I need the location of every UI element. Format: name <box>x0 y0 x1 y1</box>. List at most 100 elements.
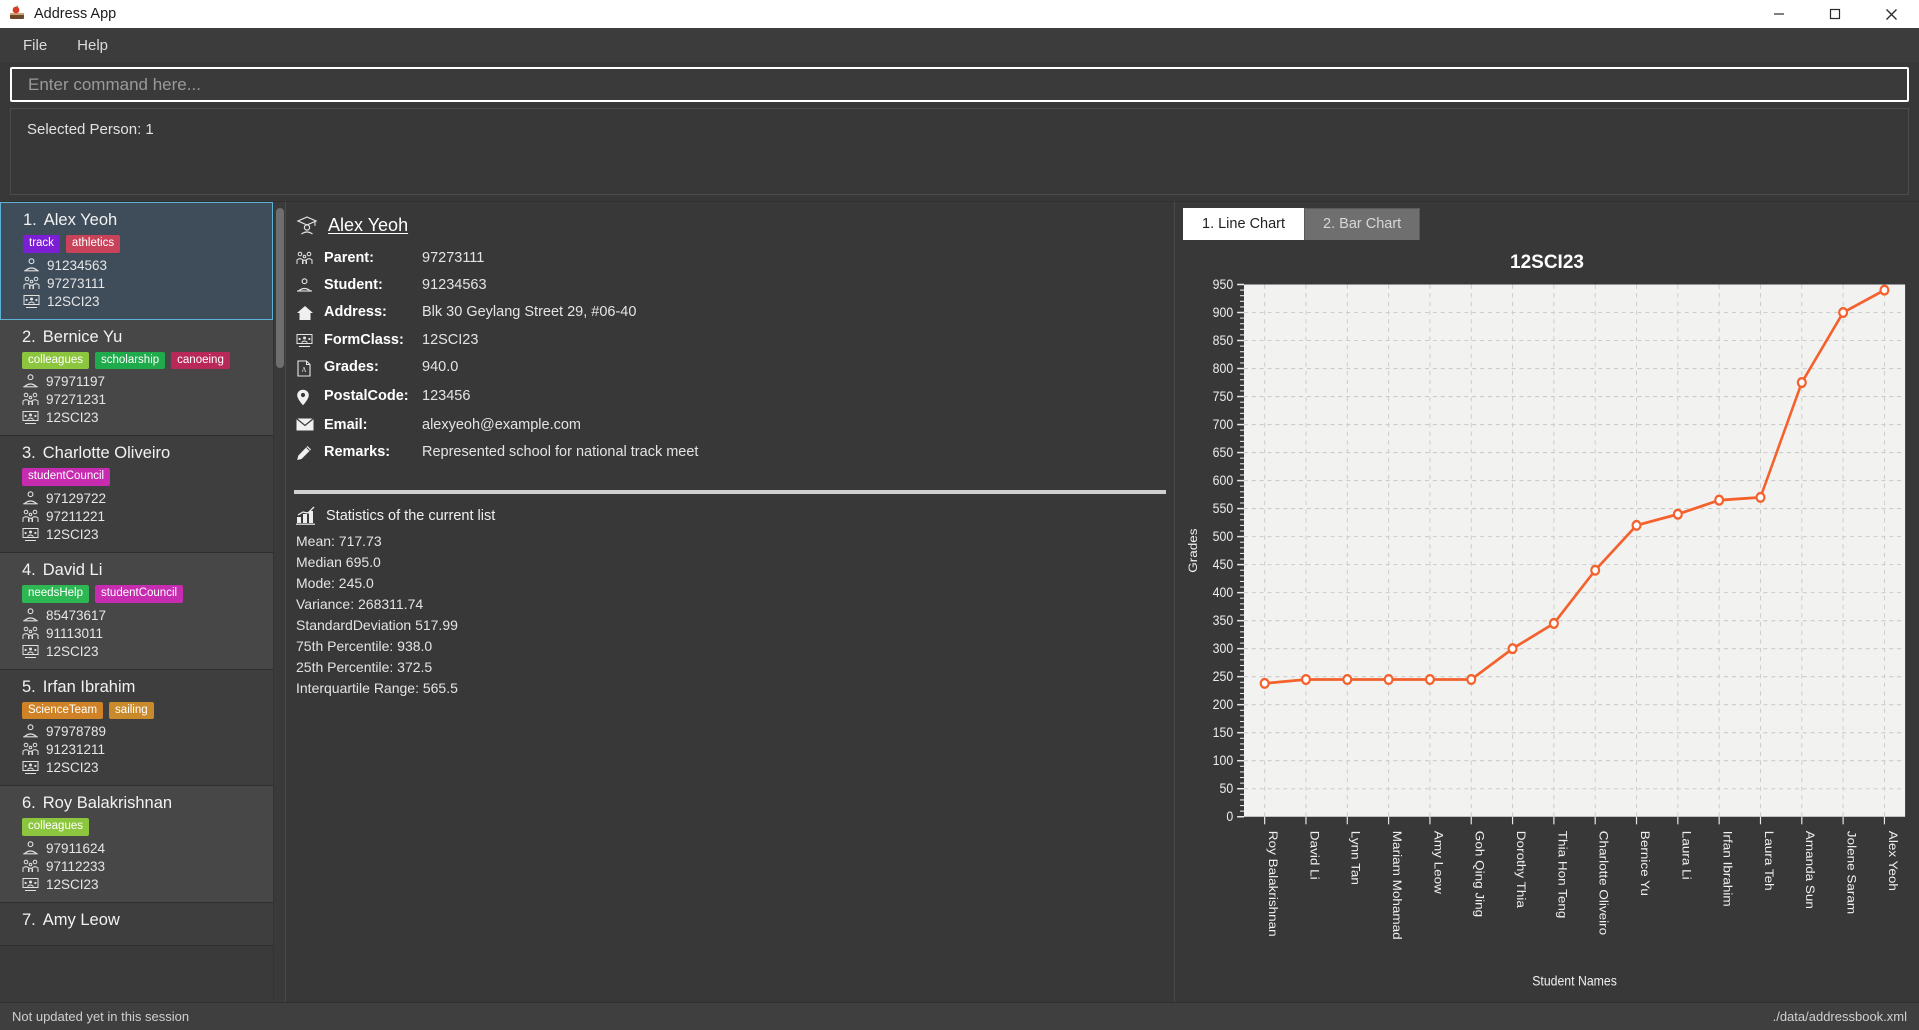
student-icon <box>23 257 40 273</box>
home-icon <box>296 304 324 321</box>
scrollbar-thumb[interactable] <box>276 208 284 368</box>
person-tag: studentCouncil <box>94 584 184 603</box>
minimize-button[interactable] <box>1751 0 1807 28</box>
student-icon <box>22 607 39 623</box>
person-form-class-row: 12SCI23 <box>22 410 259 425</box>
student-phone-value: 85473617 <box>46 607 107 623</box>
statistic-line: Mode: 245.0 <box>296 575 374 591</box>
detail-row: FormClass: 12SCI23 <box>296 332 1174 348</box>
tab-bar-chart[interactable]: 2. Bar Chart <box>1304 208 1421 240</box>
statistic-line: Median 695.0 <box>296 554 381 570</box>
parent-phone-value: 91113011 <box>46 625 104 641</box>
person-parent-phone-row: 91231211 <box>22 742 259 757</box>
command-box-container: Enter command here... <box>0 62 1919 108</box>
grades-icon: A <box>296 359 324 377</box>
person-list-item[interactable]: 5. Irfan Ibrahim ScienceTeam sailing 9797878… <box>0 669 273 787</box>
person-student-phone-row: 85473617 <box>22 608 259 623</box>
x-axis-tick-label: Irfan Ibrahim <box>1721 831 1735 907</box>
person-name-text: Irfan Ibrahim <box>42 677 136 696</box>
person-name-text: Alex Yeoh <box>43 211 118 229</box>
person-list-item[interactable]: 2. Bernice Yu colleagues scholarship canoein… <box>0 319 273 437</box>
person-tag: scholarship <box>94 351 166 370</box>
detail-row: PostalCode: 123456 <box>296 388 1174 406</box>
person-list-item[interactable]: 4. David Li needsHelp studentCouncil 8547361… <box>0 552 273 670</box>
status-bar: Not updated yet in this session ./data/a… <box>0 1002 1919 1030</box>
y-axis-tick-label: 150 <box>1213 724 1234 740</box>
detail-label: Remarks: <box>324 444 391 460</box>
person-list-item-index: 2. <box>22 327 36 346</box>
person-form-class-row: 12SCI23 <box>22 644 259 659</box>
person-list-scrollbar[interactable] <box>273 202 285 1002</box>
statistic-line: Interquartile Range: 565.5 <box>296 680 458 696</box>
chart-data-point <box>1466 673 1477 685</box>
detail-value: 91234563 <box>422 277 487 293</box>
person-list-item-name: 2. Bernice Yu <box>22 328 259 347</box>
person-list[interactable]: 1. Alex Yeoh track athletics 91234563 9727311… <box>0 202 273 1002</box>
email-icon <box>296 417 324 431</box>
person-list-item-index: 6. <box>22 794 36 813</box>
close-button[interactable] <box>1863 0 1919 28</box>
statistics-heading: Statistics of the current list <box>326 508 496 524</box>
person-list-item-name: 6. Roy Balakrishnan <box>22 794 259 813</box>
person-form-class-row: 12SCI23 <box>23 294 258 309</box>
x-axis-tick-label: Jolene Saram <box>1845 831 1859 914</box>
y-axis-tick-label: 50 <box>1220 781 1234 797</box>
command-input-placeholder: Enter command here... <box>28 74 201 94</box>
class-icon <box>296 332 324 348</box>
y-axis-tick-label: 750 <box>1213 388 1234 404</box>
y-axis-tick-label: 600 <box>1213 472 1234 488</box>
chart-data-point <box>1300 673 1311 685</box>
chart-data-point <box>1796 377 1807 389</box>
person-list-item-name: 1. Alex Yeoh <box>23 211 258 230</box>
chart-data-point <box>1879 284 1890 296</box>
x-axis-tick-label: Dorothy Thia <box>1514 831 1528 909</box>
student-icon <box>22 724 39 739</box>
y-axis-tick-label: 950 <box>1213 278 1234 292</box>
detail-label: FormClass: <box>324 332 404 348</box>
person-name-text: Amy Leow <box>42 910 120 929</box>
person-list-item[interactable]: 1. Alex Yeoh track athletics 91234563 9727311… <box>0 202 273 320</box>
detail-value: alexyeoh@example.com <box>422 417 581 433</box>
menu-item-file[interactable]: File <box>10 32 60 59</box>
chart-data-point <box>1755 491 1766 503</box>
result-display-container: Selected Person: 1 <box>0 108 1919 201</box>
person-detail-card: Alex Yeoh Parent: 97273111 Student: 9123456… <box>286 202 1174 472</box>
tab-line-chart[interactable]: 1. Line Chart <box>1183 208 1305 240</box>
bar-chart-icon <box>296 506 318 526</box>
person-tag: ScienceTeam <box>22 701 104 720</box>
maximize-button[interactable] <box>1807 0 1863 28</box>
command-input[interactable]: Enter command here... <box>10 67 1909 102</box>
formclass-icon <box>22 760 39 775</box>
person-list-item[interactable]: 3. Charlotte Oliveiro studentCouncil 971297… <box>0 436 273 553</box>
person-tag-list: ScienceTeam sailing <box>22 701 259 720</box>
y-axis-tick-label: 800 <box>1213 360 1234 376</box>
person-list-item[interactable]: 7. Amy Leow <box>0 902 273 946</box>
person-student-phone-row: 97911624 <box>22 841 259 856</box>
person-list-item-index: 7. <box>22 910 36 929</box>
parent-icon <box>23 276 40 291</box>
x-axis-tick-label: Amy Leow <box>1432 831 1446 895</box>
person-tag: athletics <box>65 235 121 253</box>
student-phone-value: 97911624 <box>46 840 106 856</box>
person-parent-phone-row: 91113011 <box>22 626 259 641</box>
person-tag: canoeing <box>171 351 230 370</box>
x-axis-tick-label: Thia Hon Teng <box>1555 831 1569 919</box>
menu-item-help[interactable]: Help <box>64 32 121 59</box>
chart-data-point <box>1631 519 1642 531</box>
detail-row: Remarks: Represented school for national … <box>296 444 1174 461</box>
person-tag: studentCouncil <box>22 468 111 486</box>
statistic-line: Variance: 268311.74 <box>296 596 424 612</box>
person-list-item-name: 5. Irfan Ibrahim <box>22 678 259 697</box>
detail-label: Parent: <box>324 250 374 266</box>
person-list-item-index: 4. <box>22 560 36 579</box>
person-detail-panel: Alex Yeoh Parent: 97273111 Student: 9123456… <box>285 201 1174 1002</box>
chart-title: 12SCI23 <box>1510 252 1584 273</box>
detail-value: 97273111 <box>422 250 485 266</box>
person-list-item[interactable]: 6. Roy Balakrishnan colleagues 97911624 9711… <box>0 786 273 903</box>
chart-data-point <box>1590 564 1601 576</box>
person-tag-list: colleagues scholarship canoeing <box>22 351 259 370</box>
person-name-text: David Li <box>42 560 103 579</box>
person-tag: colleagues <box>22 351 89 370</box>
person-name-text: Bernice Yu <box>42 327 123 346</box>
student-icon <box>22 374 39 389</box>
